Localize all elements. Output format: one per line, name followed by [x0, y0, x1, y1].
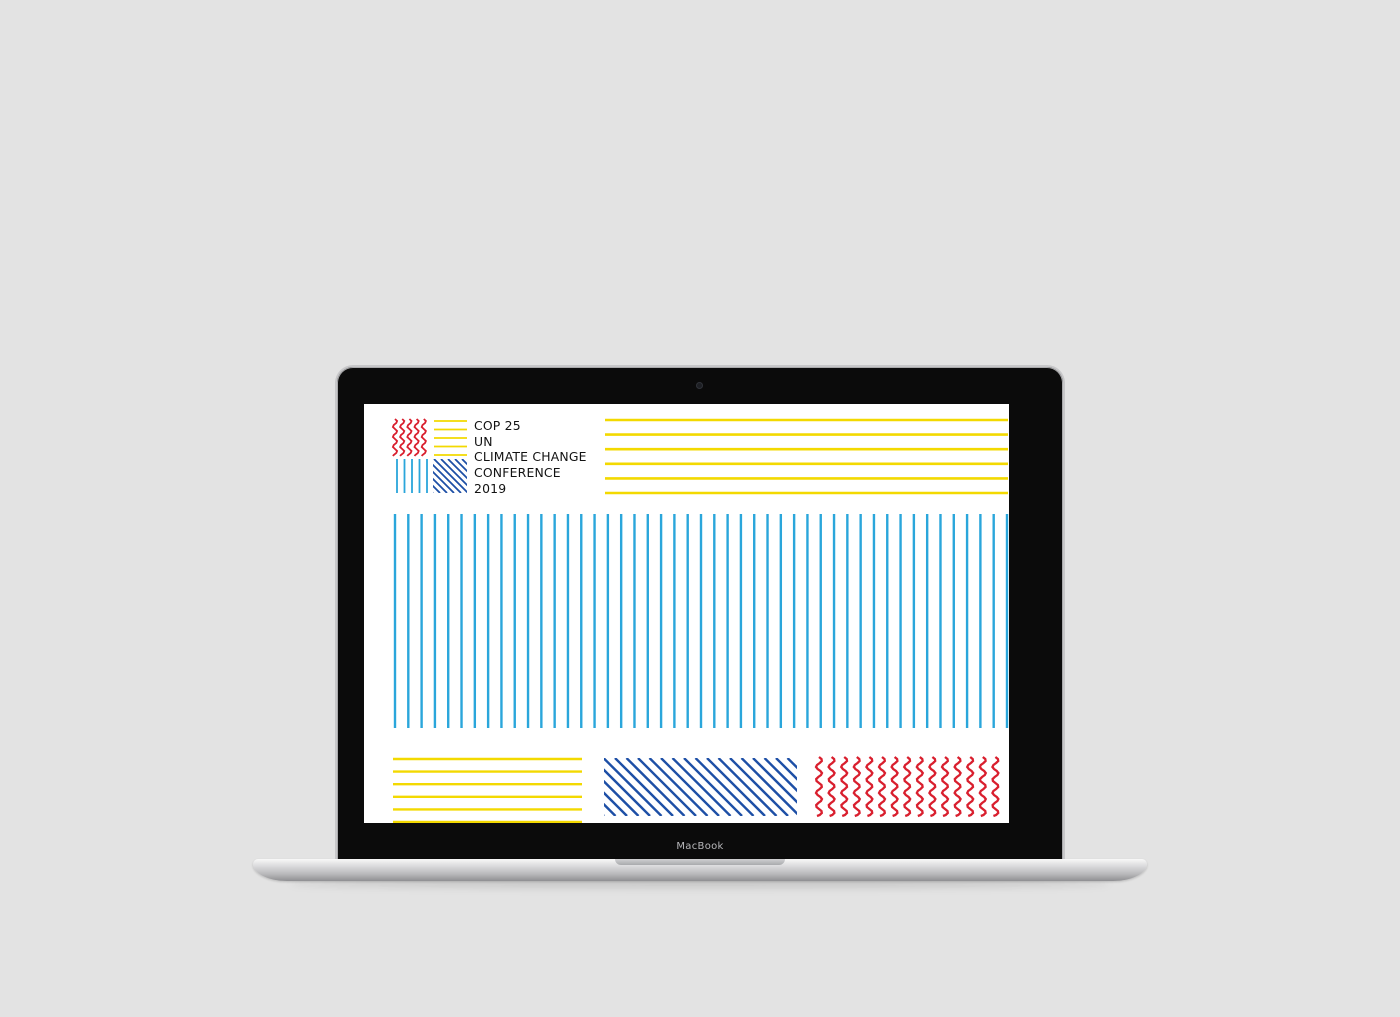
brand-line-4: CONFERENCE — [474, 465, 561, 481]
brand-line-1: COP 25 — [474, 418, 521, 433]
trackpad-notch — [615, 859, 785, 865]
bottom-navy-diagonals — [604, 758, 797, 816]
logo-yellow-lines-icon — [434, 420, 467, 456]
logo-blue-lines-icon — [396, 459, 428, 493]
cop25-artwork — [391, 418, 1009, 823]
laptop-base — [253, 859, 1147, 881]
bottom-red-waves — [814, 756, 1000, 818]
camera-icon — [696, 382, 703, 389]
top-yellow-stripes — [605, 418, 1008, 495]
brand-line-3: CLIMATE CHANGE — [474, 449, 587, 465]
cop25-logo-text: COP 25 UN CLIMATE CHANGE CONFERENCE 2019 — [474, 418, 587, 497]
logo-red-waves-icon — [391, 418, 427, 457]
brand-line-2: UN — [474, 433, 493, 449]
laptop-lid: COP 25 UN CLIMATE CHANGE CONFERENCE 2019… — [337, 367, 1063, 864]
brand-line-5: 2019 — [474, 480, 507, 496]
main-blue-stripes — [393, 514, 1009, 728]
macbook-label: MacBook — [676, 841, 724, 852]
scene: COP 25 UN CLIMATE CHANGE CONFERENCE 2019… — [0, 0, 1400, 1017]
bottom-yellow-stripes — [393, 757, 582, 823]
laptop-screen: COP 25 UN CLIMATE CHANGE CONFERENCE 2019 — [364, 404, 1009, 823]
